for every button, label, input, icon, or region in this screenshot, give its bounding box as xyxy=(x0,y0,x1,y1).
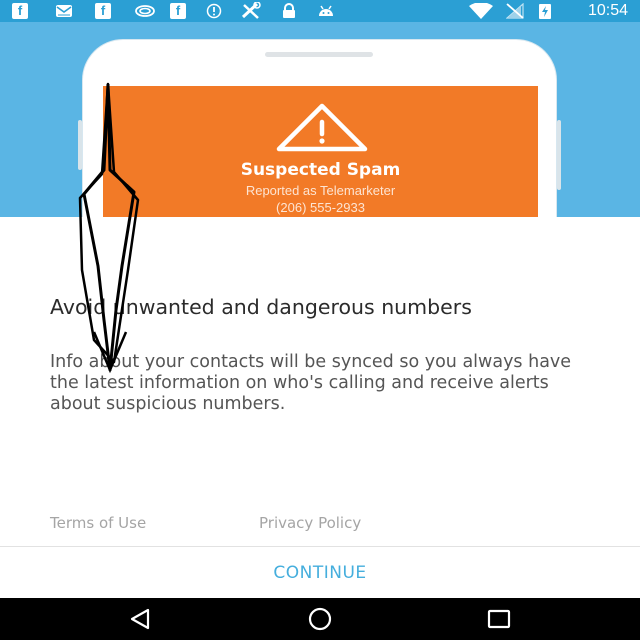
facebook-icon: f xyxy=(95,3,111,19)
status-clock: 10:54 xyxy=(587,2,628,19)
spam-phone-number: (206) 555-2933 xyxy=(276,200,365,215)
terms-of-use-link[interactable]: Terms of Use xyxy=(50,514,146,532)
phone-side-button xyxy=(78,120,82,170)
phone-side-button xyxy=(557,120,561,190)
mail-icon xyxy=(56,3,72,19)
hero-illustration: Suspected Spam Reported as Telemarketer … xyxy=(0,22,640,217)
screen: f f f 10:54 Suspected Spam Reported as T… xyxy=(0,0,640,640)
phone-earpiece xyxy=(265,52,373,57)
tools-icon xyxy=(240,2,262,19)
back-icon[interactable] xyxy=(126,607,156,631)
cast-icon xyxy=(135,3,155,19)
status-bar: f f f 10:54 xyxy=(0,0,640,22)
wifi-icon xyxy=(468,3,494,19)
android-icon xyxy=(317,3,335,19)
battery-charging-icon xyxy=(538,3,552,19)
lock-icon xyxy=(281,3,297,19)
spam-alert-card: Suspected Spam Reported as Telemarketer … xyxy=(103,86,538,217)
legal-links: Terms of Use Privacy Policy xyxy=(50,514,590,536)
spam-title: Suspected Spam xyxy=(240,160,401,180)
no-signal-icon xyxy=(506,3,524,19)
description-text: Info about your contacts will be synced … xyxy=(50,352,572,414)
phone-illustration: Suspected Spam Reported as Telemarketer … xyxy=(78,40,561,217)
nav-bar xyxy=(0,598,640,640)
continue-button[interactable]: CONTINUE xyxy=(0,547,640,598)
recents-icon[interactable] xyxy=(484,607,514,631)
privacy-policy-link[interactable]: Privacy Policy xyxy=(259,514,361,532)
alert-circle-icon xyxy=(206,3,222,19)
spam-subtitle: Reported as Telemarketer xyxy=(245,183,396,198)
facebook-icon: f xyxy=(170,3,186,19)
home-icon[interactable] xyxy=(305,607,335,631)
facebook-icon: f xyxy=(12,3,28,19)
page-title: Avoid unwanted and dangerous numbers xyxy=(50,295,472,319)
warning-icon xyxy=(276,103,368,152)
